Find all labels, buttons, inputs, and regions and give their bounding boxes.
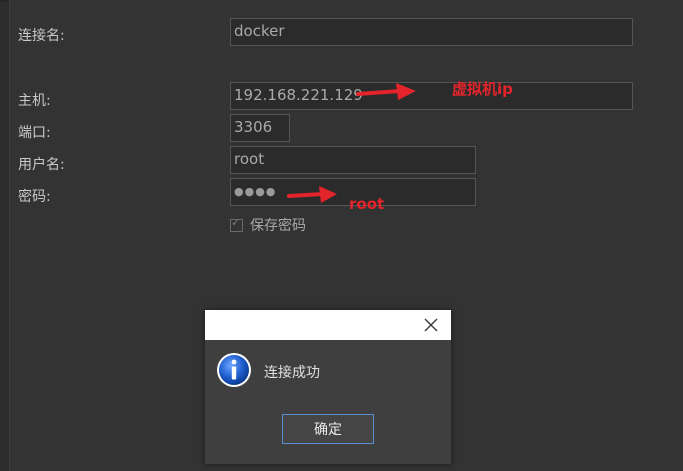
username-field[interactable]: root [230, 146, 476, 174]
password-label: 密码: [18, 189, 51, 205]
username-label: 用户名: [18, 157, 65, 173]
close-icon[interactable] [423, 317, 439, 333]
connection-name-field[interactable]: docker [230, 18, 633, 46]
save-password-label: 保存密码 [250, 218, 306, 234]
dialog-titlebar [205, 310, 451, 340]
host-label: 主机: [18, 93, 51, 109]
password-annotation-text: root [349, 195, 385, 213]
save-password-checkbox[interactable]: ✓ [230, 215, 243, 232]
save-password-row[interactable]: ✓ 保存密码 [230, 215, 306, 235]
checkmark-icon: ✓ [231, 215, 241, 229]
connection-success-dialog: 连接成功 确定 [205, 310, 451, 464]
host-annotation-text: 虚拟机ip [452, 80, 513, 98]
dialog-message: 连接成功 [264, 365, 320, 381]
ok-button[interactable]: 确定 [282, 414, 374, 444]
connection-name-label: 连接名: [18, 28, 65, 44]
info-icon [217, 353, 251, 387]
port-field[interactable]: 3306 [230, 114, 290, 142]
port-label: 端口: [18, 125, 51, 141]
password-annotation-arrow-icon [287, 186, 337, 203]
host-annotation-arrow-icon [356, 83, 416, 100]
host-field[interactable]: 192.168.221.129 [230, 82, 633, 110]
